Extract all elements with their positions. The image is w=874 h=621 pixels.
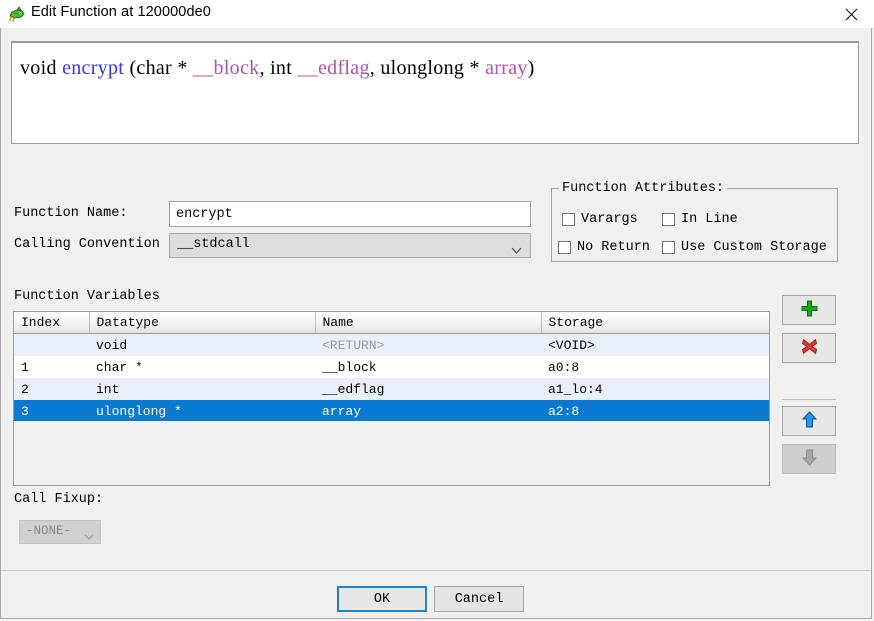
cell-index: 2 [14, 378, 89, 400]
column-header-datatype[interactable]: Datatype [89, 312, 316, 334]
cell-storage[interactable]: a2:8 [541, 400, 769, 422]
table-row[interactable]: 2 int __edflag a1_lo:4 [14, 378, 769, 400]
function-variables-label: Function Variables [14, 289, 160, 304]
function-signature-preview: void encrypt (char * __block, int __edfl… [11, 41, 859, 144]
cell-datatype[interactable]: int [89, 378, 315, 400]
signature-token-param-block: __block [192, 57, 260, 79]
call-fixup-value: -NONE- [26, 524, 72, 538]
signature-token-param-edflag: __edflag [297, 57, 370, 79]
checkbox-box-icon [662, 213, 675, 226]
function-variables-table-wrapper: Index Datatype Name Storage void <RETURN… [13, 311, 770, 486]
dialog-body: void encrypt (char * __block, int __edfl… [0, 28, 872, 619]
calling-convention-label: Calling Convention [14, 237, 160, 252]
calling-convention-value: __stdcall [177, 237, 250, 252]
signature-token: void [20, 57, 63, 79]
function-name-label: Function Name: [14, 206, 128, 221]
chevron-down-icon [84, 529, 94, 543]
column-header-storage[interactable]: Storage [541, 312, 769, 334]
cell-index: 1 [14, 356, 89, 378]
cell-index: 3 [14, 400, 89, 422]
title-bar: Edit Function at 120000de0 [0, 0, 874, 29]
call-fixup-label: Call Fixup: [14, 492, 104, 507]
side-button-separator [782, 399, 836, 400]
ghidra-dragon-icon [8, 5, 26, 23]
cell-name[interactable]: __edflag [315, 378, 541, 400]
column-header-index[interactable]: Index [14, 312, 90, 334]
function-variables-table: Index Datatype Name Storage void <RETURN… [14, 312, 769, 422]
cell-name[interactable]: array [315, 400, 541, 422]
cell-name[interactable]: __block [315, 356, 541, 378]
function-name-input[interactable] [169, 201, 531, 227]
plus-icon [801, 300, 818, 320]
cell-storage[interactable]: <VOID> [541, 333, 769, 356]
checkbox-in-line-label: In Line [681, 212, 738, 227]
arrow-down-icon [801, 449, 818, 469]
delete-variable-button[interactable] [782, 333, 836, 363]
table-row[interactable]: 1 char * __block a0:8 [14, 356, 769, 378]
signature-token: ) [527, 57, 535, 79]
checkbox-no-return-label: No Return [577, 240, 650, 255]
signature-token: , int [259, 57, 298, 79]
cell-datatype[interactable]: char * [89, 356, 315, 378]
cell-datatype[interactable]: ulonglong * [89, 400, 315, 422]
signature-token-param-array: array [485, 57, 528, 79]
checkbox-use-custom-storage[interactable]: Use Custom Storage [662, 240, 827, 255]
checkbox-box-icon [662, 241, 675, 254]
chevron-down-icon [511, 243, 522, 257]
cell-name[interactable]: <RETURN> [315, 333, 541, 356]
ok-button[interactable]: OK [337, 586, 427, 612]
signature-token: , ulonglong * [369, 57, 486, 79]
button-bar-separator [1, 570, 871, 571]
checkbox-use-custom-storage-label: Use Custom Storage [681, 240, 827, 255]
cell-index [14, 333, 89, 356]
table-empty-area [14, 421, 769, 485]
delete-x-icon [801, 338, 818, 358]
column-header-name[interactable]: Name [315, 312, 542, 334]
checkbox-varargs[interactable]: Varargs [562, 212, 638, 227]
function-signature-text: void encrypt (char * __block, int __edfl… [20, 57, 535, 80]
checkbox-box-icon [558, 241, 571, 254]
function-attributes-legend: Function Attributes: [559, 181, 728, 196]
checkbox-no-return[interactable]: No Return [558, 240, 650, 255]
add-variable-button[interactable] [782, 295, 836, 325]
move-down-button [782, 444, 836, 474]
arrow-up-icon [801, 411, 818, 431]
table-row-selected[interactable]: 3 ulonglong * array a2:8 [14, 400, 769, 422]
move-up-button[interactable] [782, 406, 836, 436]
checkbox-in-line[interactable]: In Line [662, 212, 738, 227]
cancel-button[interactable]: Cancel [434, 586, 524, 612]
signature-token: (char * [124, 57, 193, 79]
cell-datatype[interactable]: void [89, 333, 315, 356]
calling-convention-dropdown[interactable]: __stdcall [169, 233, 531, 258]
cell-storage[interactable]: a1_lo:4 [541, 378, 769, 400]
checkbox-varargs-label: Varargs [581, 212, 638, 227]
signature-token-function-name: encrypt [62, 57, 125, 79]
window-title: Edit Function at 120000de0 [31, 4, 211, 20]
close-icon[interactable] [828, 0, 874, 28]
table-row[interactable]: void <RETURN> <VOID> [14, 333, 769, 356]
checkbox-box-icon [562, 213, 575, 226]
cell-storage[interactable]: a0:8 [541, 356, 769, 378]
call-fixup-dropdown: -NONE- [19, 520, 101, 544]
table-header-row: Index Datatype Name Storage [14, 312, 769, 334]
